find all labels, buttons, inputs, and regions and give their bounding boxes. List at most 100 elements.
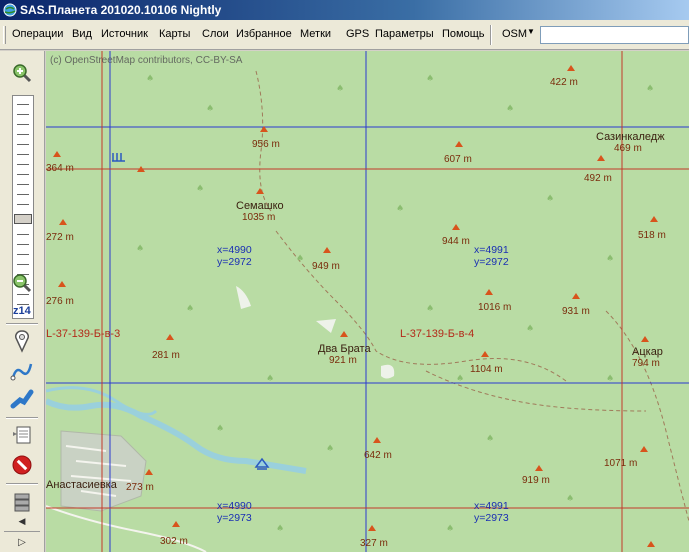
map-attribution: (c) OpenStreetMap contributors, CC-BY-SA (50, 55, 243, 66)
svg-text:♠: ♠ (606, 254, 614, 264)
elevation-label: 1104 m (470, 364, 503, 375)
svg-text:♠: ♠ (296, 254, 304, 264)
place-label: Два Брата (318, 343, 371, 355)
svg-text:♠: ♠ (186, 304, 194, 314)
svg-text:♠: ♠ (136, 244, 144, 254)
menu-source[interactable]: Источник (101, 28, 148, 40)
grid-coord-label: x=4990 y=2973 (217, 500, 252, 524)
menu-grip[interactable] (3, 26, 6, 44)
svg-text:♠: ♠ (446, 524, 454, 534)
notes-button[interactable] (9, 423, 35, 447)
search-input[interactable] (540, 26, 689, 44)
elevation-label: 1071 m (604, 458, 638, 469)
grid-coord-label: x=4991 y=2972 (474, 244, 509, 268)
menu-separator (490, 25, 492, 45)
arrow-left-icon: ◀ (18, 515, 26, 526)
polygon-icon (10, 389, 34, 409)
svg-text:♠: ♠ (526, 324, 534, 334)
menu-favorites[interactable]: Избранное (236, 28, 292, 40)
menu-maps[interactable]: Карты (159, 28, 190, 40)
svg-text:♠: ♠ (216, 424, 224, 434)
svg-text:♠: ♠ (196, 184, 204, 194)
arrow-right-icon: ▷ (18, 536, 26, 548)
elevation-label: 327 m (360, 538, 388, 549)
elevation-label: 364 m (46, 163, 74, 174)
toolbar-separator (6, 483, 38, 485)
app-globe-icon (3, 3, 17, 17)
add-marker-button[interactable] (9, 329, 35, 353)
chevron-down-icon: ▼ (527, 27, 535, 36)
svg-text:♠: ♠ (146, 74, 154, 84)
svg-text:♠: ♠ (606, 374, 614, 384)
marker-icon (15, 330, 29, 353)
elevation-label: 302 m (160, 536, 188, 547)
left-toolbar: z14 ◀ ▷ (0, 51, 45, 552)
add-polygon-button[interactable] (9, 387, 35, 411)
elevation-label: 919 m (522, 475, 550, 486)
menu-help[interactable]: Помощь (442, 28, 485, 40)
zoom-level-label: z14 (13, 305, 31, 317)
svg-text:♠: ♠ (276, 524, 284, 534)
place-label: Анастасиевка (46, 479, 117, 491)
menu-settings[interactable]: Параметры (375, 28, 434, 40)
sheet-label: L-37-139-Б-в-3 (46, 328, 121, 340)
elevation-label: 469 m (614, 143, 642, 154)
elevation-label: 1016 m (478, 302, 512, 313)
zoom-in-button[interactable] (9, 61, 35, 85)
svg-text:♠: ♠ (206, 104, 214, 114)
svg-text:♠: ♠ (266, 374, 274, 384)
database-icon (14, 493, 30, 512)
elevation-label: 518 m (638, 230, 666, 241)
svg-text:♠: ♠ (506, 104, 514, 114)
menu-view[interactable]: Вид (72, 28, 92, 40)
menu-operations[interactable]: Операции (12, 28, 63, 40)
elevation-label: 1035 m (242, 212, 276, 223)
elevation-label: 492 m (584, 173, 612, 184)
add-path-button[interactable] (9, 359, 35, 383)
window-title-bar[interactable]: SAS.Планета 201020.10106 Nightly (0, 0, 689, 20)
notes-icon (13, 426, 31, 444)
elevation-label: 607 m (444, 154, 472, 165)
place-label: Ацкар (632, 346, 663, 358)
elevation-label: 642 m (364, 450, 392, 461)
settlement-area (60, 430, 147, 512)
elevation-label: 794 m (632, 358, 660, 369)
layers-button[interactable] (9, 491, 35, 515)
zoom-slider-thumb[interactable] (14, 214, 32, 224)
svg-text:♠: ♠ (546, 194, 554, 204)
collapse-toolbar-button[interactable]: ◀ (9, 513, 35, 529)
elevation-label: 931 m (562, 306, 590, 317)
disable-button[interactable] (9, 453, 35, 477)
elevation-label: 272 m (46, 232, 74, 243)
svg-text:♠: ♠ (326, 444, 334, 454)
next-button[interactable]: ▷ (4, 531, 40, 552)
place-label: Семашко (236, 200, 284, 212)
place-label: Сазинкаледж (596, 131, 665, 143)
elevation-label: 276 m (46, 296, 74, 307)
svg-text:♠: ♠ (396, 204, 404, 214)
map-source-dropdown[interactable]: OSM ▼ (499, 26, 537, 44)
zoom-out-button[interactable] (9, 271, 35, 295)
elevation-label: 944 m (442, 236, 470, 247)
map-view[interactable]: ♠ ♠ ♠ ♠ ♠ ♠ ♠ ♠ ♠ ♠ ♠ ♠ ♠ ♠ ♠ ♠ ♠ ♠ ♠ ♠ ♠ ♠ ♠ ♠ (c) Open… (46, 51, 689, 552)
forest-pattern: ♠ ♠ ♠ ♠ ♠ ♠ ♠ ♠ ♠ ♠ ♠ ♠ ♠ ♠ ♠ ♠ ♠ ♠ ♠ ♠ ♠ ♠ ♠ ♠ (136, 74, 654, 534)
map-source-label: OSM (502, 28, 528, 40)
elevation-label: 949 m (312, 261, 340, 272)
svg-text:♠: ♠ (426, 304, 434, 314)
svg-text:♠: ♠ (336, 84, 344, 94)
path-icon (10, 363, 33, 381)
elevation-label: 273 m (126, 482, 154, 493)
elevation-label: 281 m (152, 350, 180, 361)
grid-coord-label: x=4990 y=2972 (217, 244, 252, 268)
svg-text:♠: ♠ (486, 434, 494, 444)
elevation-label: 921 m (329, 355, 357, 366)
grid-coord-label: x=4991 y=2973 (474, 500, 509, 524)
menu-marks[interactable]: Метки (300, 28, 331, 40)
menu-gps[interactable]: GPS (346, 28, 369, 40)
spring-icon (112, 153, 125, 162)
sheet-label: L-37-139-Б-в-4 (400, 328, 475, 340)
window-title: SAS.Планета 201020.10106 Nightly (20, 3, 222, 17)
zoom-in-icon (13, 64, 32, 83)
menu-layers[interactable]: Слои (202, 28, 229, 40)
svg-text:♠: ♠ (646, 84, 654, 94)
